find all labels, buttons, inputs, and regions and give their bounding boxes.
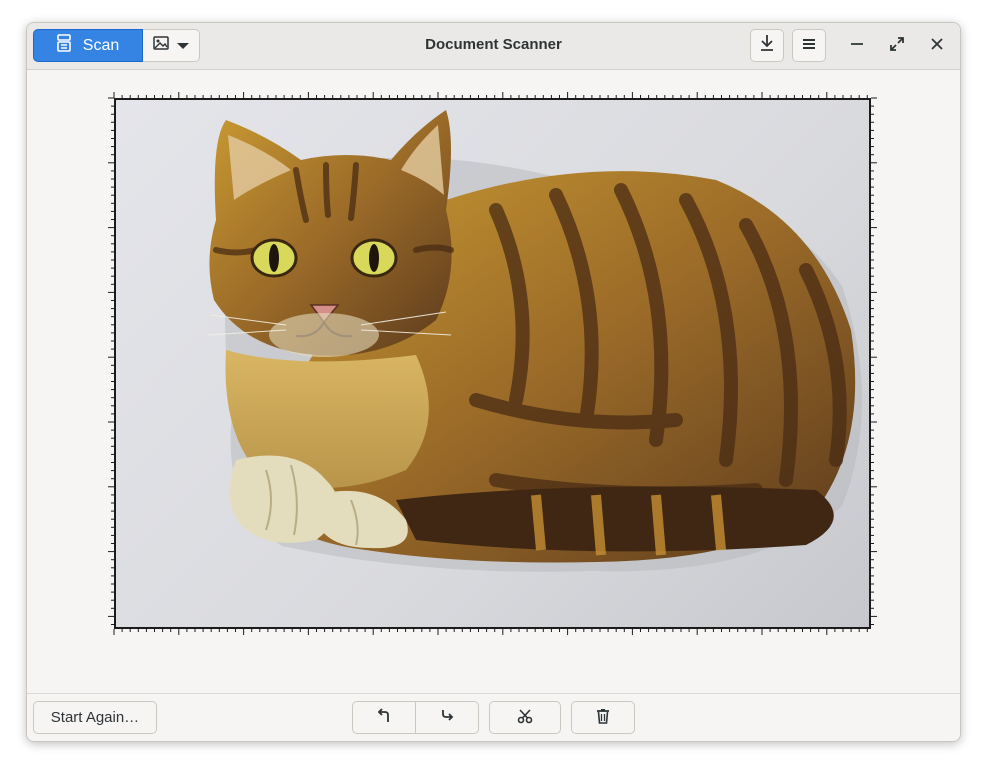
delete-page-button[interactable] <box>571 701 635 734</box>
minimize-icon <box>850 37 864 56</box>
start-again-label: Start Again… <box>50 709 140 726</box>
close-button[interactable] <box>924 33 950 59</box>
rotate-right-button[interactable] <box>416 701 479 734</box>
close-icon <box>930 37 944 56</box>
app-window: Scan Document Scanner Start Again… <box>26 22 961 742</box>
footer-bar: Start Again… <box>27 693 960 741</box>
rotate-right-icon <box>439 708 455 728</box>
main-menu-button[interactable] <box>792 29 826 62</box>
save-button[interactable] <box>750 29 784 62</box>
rotate-left-button[interactable] <box>352 701 416 734</box>
trash-icon <box>595 708 611 728</box>
scanned-page[interactable] <box>114 98 871 629</box>
minimize-button[interactable] <box>844 33 870 59</box>
scanner-icon <box>56 34 71 57</box>
scan-preview-area <box>27 70 960 693</box>
crop-button[interactable] <box>489 701 561 734</box>
rotate-left-icon <box>376 707 392 728</box>
maximize-button[interactable] <box>884 33 910 59</box>
image-icon <box>153 36 169 55</box>
scanned-cat-image <box>207 110 862 572</box>
scan-button-label: Scan <box>82 36 120 54</box>
download-icon <box>759 34 775 57</box>
scan-button[interactable]: Scan <box>33 29 143 62</box>
scan-type-dropdown[interactable] <box>143 29 200 62</box>
chevron-down-icon <box>177 37 189 55</box>
start-again-button[interactable]: Start Again… <box>33 701 157 734</box>
hamburger-menu-icon <box>802 37 816 55</box>
header-bar: Scan Document Scanner <box>27 23 960 70</box>
scissors-icon <box>517 708 533 728</box>
maximize-icon <box>890 36 904 56</box>
